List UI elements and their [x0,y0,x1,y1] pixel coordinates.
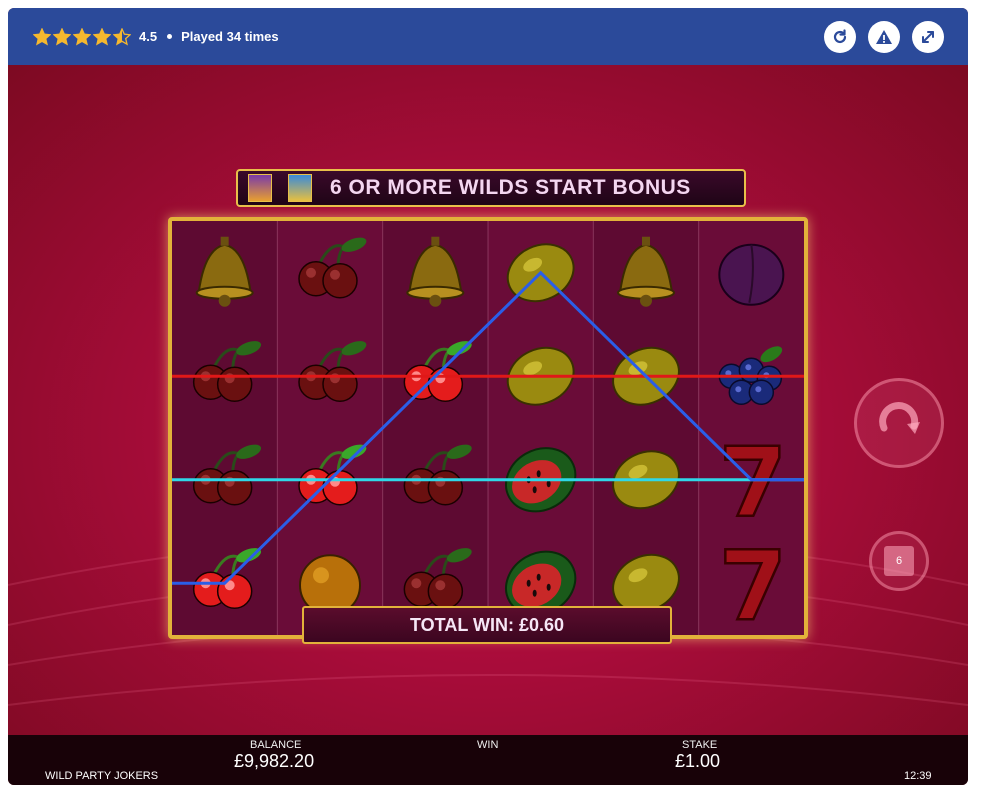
fullscreen-icon [922,31,934,43]
reels-canvas [172,221,804,635]
bottom-bar: BALANCE £9,982.20 WIN STAKE £1.00 WILD P… [8,735,968,785]
symbol-plum [718,243,785,306]
spin-icon [879,402,920,434]
star-icon [93,27,111,46]
jester-wild-icon [288,174,312,202]
rating-value: 4.5 [139,29,158,44]
fullscreen-button[interactable] [912,21,944,53]
star-icon [113,27,131,46]
top-bar: 4.5 Played 34 times [8,8,968,65]
win-label: WIN [477,739,499,751]
game-area: 6 OR MORE WILDS START BONUS TOTAL WIN: £… [8,65,968,735]
star-icon [53,27,71,46]
bonus-banner-text: 6 OR MORE WILDS START BONUS [330,176,691,199]
rating-stars [33,27,133,46]
game-name: WILD PARTY JOKERS [45,770,159,782]
separator-dot [167,34,173,39]
played-count: Played 34 times [181,29,279,44]
warning-icon [876,30,892,44]
bonus-banner: 6 OR MORE WILDS START BONUS [236,169,746,207]
report-button[interactable] [868,21,900,53]
clock: 12:39 [904,770,932,782]
autoplay-label: 6 [884,546,914,576]
reload-button[interactable] [824,21,856,53]
stake-value: £1.00 [675,751,721,771]
star-icon [73,27,91,46]
balance-value: £9,982.20 [234,751,315,771]
star-icon [33,27,51,46]
jester-wild-icon [248,174,272,202]
autoplay-button[interactable]: 6 [869,531,929,591]
reels-grid [168,217,808,639]
spin-button[interactable] [854,378,944,468]
total-win-box: TOTAL WIN: £0.60 [302,606,672,644]
total-win-text: TOTAL WIN: £0.60 [409,614,565,635]
reload-icon [833,29,847,44]
balance-label: BALANCE [250,739,302,751]
game-frame: 4.5 Played 34 times 6 OR MORE WILDS STAR… [8,8,968,785]
stake-label: STAKE [682,739,718,751]
